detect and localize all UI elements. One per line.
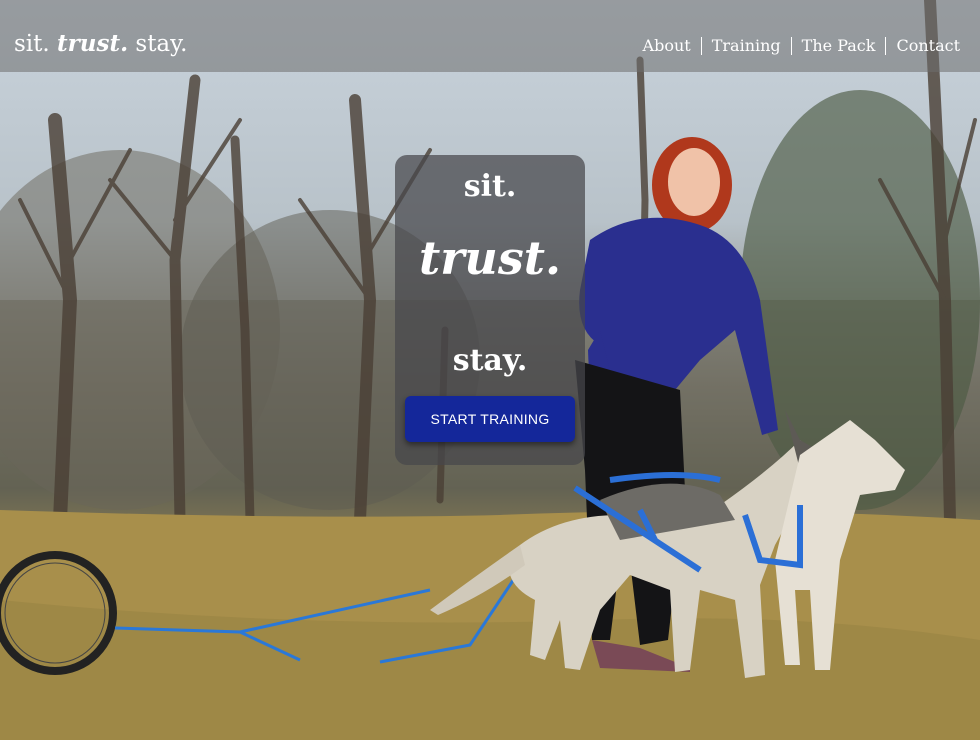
logo-word-stay: stay. xyxy=(135,31,188,57)
main-nav: About Training The Pack Contact xyxy=(633,37,960,55)
hero-card: sit. trust. stay. START TRAINING xyxy=(395,155,585,465)
nav-contact-link[interactable]: Contact xyxy=(885,37,960,55)
logo-word-trust: trust. xyxy=(57,30,129,57)
site-header: sit. trust. stay. About Training The Pac… xyxy=(0,0,980,72)
start-training-button[interactable]: START TRAINING xyxy=(405,396,575,442)
nav-training-link[interactable]: Training xyxy=(700,37,791,55)
site-logo[interactable]: sit. trust. stay. xyxy=(14,30,187,57)
hero-line-sit: sit. xyxy=(463,169,517,204)
hero-line-trust: trust. xyxy=(418,231,562,285)
hero-line-stay: stay. xyxy=(452,343,528,378)
nav-the-pack-link[interactable]: The Pack xyxy=(790,37,886,55)
logo-word-sit: sit. xyxy=(14,31,50,57)
nav-about-link[interactable]: About xyxy=(633,37,701,55)
